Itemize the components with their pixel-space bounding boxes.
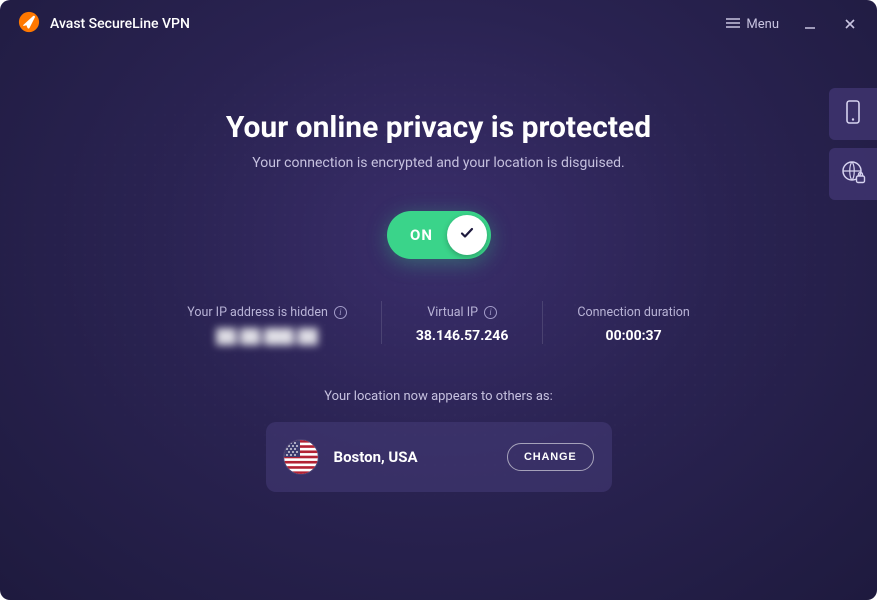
- stat-duration: Connection duration 00:00:37: [542, 301, 723, 344]
- vpn-toggle[interactable]: ON: [387, 211, 491, 259]
- check-icon: [458, 224, 476, 246]
- app-title: Avast SecureLine VPN: [50, 16, 190, 32]
- toggle-knob: [447, 215, 487, 255]
- stat-real-ip-value: ██.██.███.██: [187, 328, 347, 345]
- stat-virtual-ip: Virtual IP i 38.146.57.246: [381, 301, 543, 344]
- phone-icon: [843, 99, 863, 129]
- toggle-state-label: ON: [391, 226, 447, 244]
- stat-real-ip-label: Your IP address is hidden i: [187, 305, 347, 320]
- main-content: Your online privacy is protected Your co…: [0, 48, 877, 492]
- change-location-button[interactable]: CHANGE: [507, 443, 593, 471]
- stat-duration-value: 00:00:37: [577, 328, 689, 344]
- info-icon[interactable]: i: [484, 306, 497, 319]
- stat-real-ip: Your IP address is hidden i ██.██.███.██: [153, 301, 381, 345]
- connection-stats: Your IP address is hidden i ██.██.███.██…: [153, 301, 724, 345]
- flag-us-icon: [284, 440, 318, 474]
- location-caption: Your location now appears to others as:: [324, 389, 553, 404]
- menu-label: Menu: [746, 17, 779, 32]
- close-button[interactable]: [841, 15, 859, 33]
- stat-virtual-ip-value: 38.146.57.246: [416, 328, 509, 344]
- info-icon[interactable]: i: [334, 306, 347, 319]
- stat-virtual-ip-label: Virtual IP i: [427, 305, 497, 320]
- location-card: Boston, USA CHANGE: [266, 422, 612, 492]
- menu-button[interactable]: Menu: [726, 17, 779, 32]
- devices-tab[interactable]: [829, 88, 877, 140]
- app-window: Avast SecureLine VPN Menu: [0, 0, 877, 600]
- subheadline: Your connection is encrypted and your lo…: [252, 155, 624, 171]
- avast-logo-icon: [18, 11, 40, 37]
- stat-duration-label: Connection duration: [577, 305, 689, 320]
- browser-tab[interactable]: [829, 148, 877, 200]
- minimize-button[interactable]: [801, 15, 819, 33]
- titlebar-controls: Menu: [726, 15, 859, 33]
- brand: Avast SecureLine VPN: [18, 11, 190, 37]
- location-name: Boston, USA: [334, 448, 492, 466]
- side-tabs: [829, 88, 877, 200]
- globe-lock-icon: [840, 159, 866, 189]
- titlebar: Avast SecureLine VPN Menu: [0, 0, 877, 48]
- headline: Your online privacy is protected: [226, 110, 651, 145]
- hamburger-icon: [726, 17, 740, 32]
